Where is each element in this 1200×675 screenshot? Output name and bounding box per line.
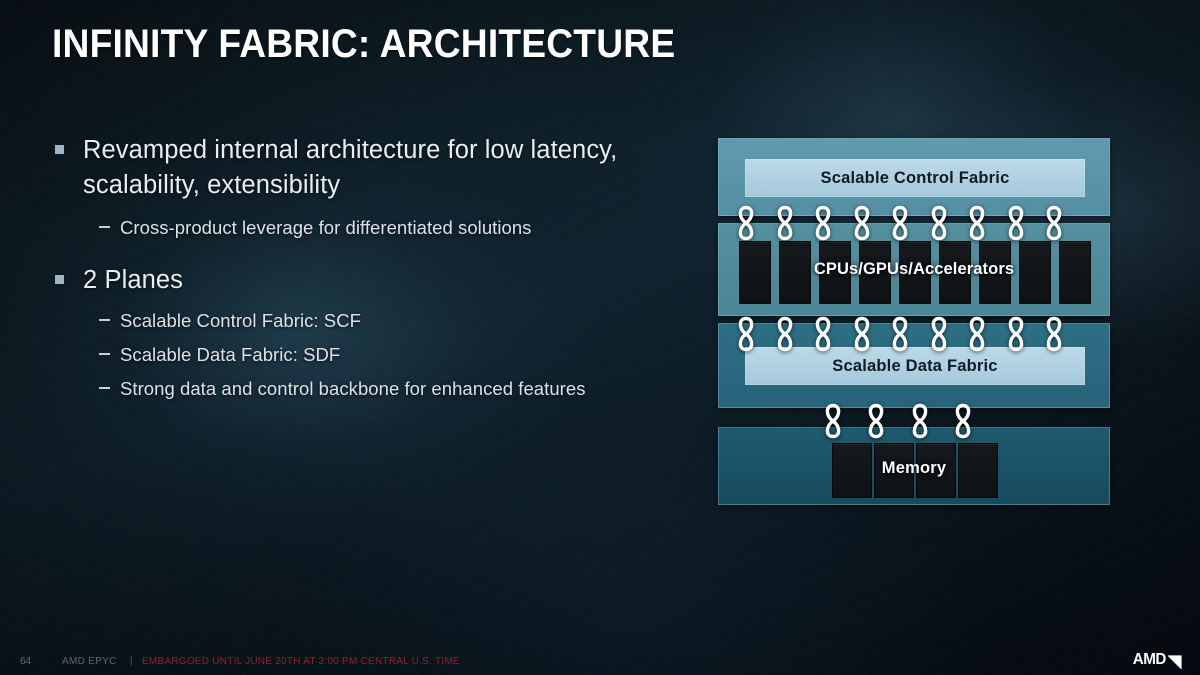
amd-wordmark: AMD [1132, 651, 1167, 668]
page-title: INFINITY FABRIC: ARCHITECTURE [52, 22, 676, 66]
memory-block [874, 443, 914, 498]
scf-label-bar: Scalable Control Fabric [745, 159, 1085, 197]
footer-product-name: AMD EPYC [62, 656, 117, 667]
memory-block [832, 443, 872, 498]
slide-footer: 64 AMD EPYC | EMBARGOED UNTIL JUNE 20TH … [0, 643, 1200, 675]
infinity-link-icon [869, 403, 884, 439]
amd-arrow-icon [1168, 655, 1182, 669]
infinity-link-icon [854, 205, 869, 241]
infinity-link-icon [969, 316, 985, 352]
square-bullet-icon [55, 145, 64, 154]
bullet-level1-2-text: 2 Planes [83, 266, 184, 294]
infinity-link-icon [738, 316, 754, 352]
compute-block [819, 241, 851, 304]
infinity-link-icon [1046, 316, 1062, 352]
compute-block-row [739, 241, 1091, 304]
bullet-level1-1: Revamped internal architecture for low l… [52, 133, 652, 203]
memory-block [916, 443, 956, 498]
page-number: 64 [20, 656, 32, 667]
infinity-link-icon [892, 316, 908, 352]
infinity-link-icon [969, 205, 985, 241]
square-bullet-icon [55, 275, 64, 284]
dash-bullet-icon [99, 318, 110, 321]
infinity-link-icon [738, 205, 754, 241]
compute-block [979, 241, 1011, 304]
infinity-link-icon [777, 205, 792, 241]
bullet-level2-2-3: Strong data and control backbone for enh… [99, 376, 652, 401]
bullet-level2-1-1: Cross-product leverage for differentiate… [99, 215, 652, 240]
bullet-level2-1-1-text: Cross-product leverage for differentiate… [120, 216, 532, 238]
amd-logo: AMD [1131, 651, 1182, 669]
infinity-link-icon [777, 316, 792, 352]
bullet-level2-2-1-text: Scalable Control Fabric: SCF [120, 309, 361, 331]
link-row-scf-to-compute [735, 203, 1065, 243]
infinity-link-icon [815, 316, 831, 352]
infinity-link-icon [955, 403, 971, 439]
bullet-list: Revamped internal architecture for low l… [52, 133, 652, 401]
infinity-link-icon [931, 205, 946, 241]
bullet-level1-1-text: Revamped internal architecture for low l… [83, 136, 618, 199]
link-row-compute-to-sdf [735, 314, 1065, 354]
footer-separator: | [130, 656, 133, 667]
bullet-level1-2: 2 Planes [52, 263, 652, 298]
compute-block [859, 241, 891, 304]
embargo-notice: EMBARGOED UNTIL JUNE 20TH AT 3:00 PM CEN… [142, 656, 460, 667]
dash-bullet-icon [99, 353, 110, 356]
memory-block-row [832, 443, 998, 498]
infinity-link-icon [912, 403, 927, 439]
dash-bullet-icon [99, 225, 110, 228]
bullet-level2-2-1: Scalable Control Fabric: SCF [99, 308, 652, 333]
infinity-link-icon [825, 403, 841, 439]
memory-block [958, 443, 998, 498]
bullet-level2-2-2: Scalable Data Fabric: SDF [99, 342, 652, 367]
bullet-level2-2-2-text: Scalable Data Fabric: SDF [120, 344, 341, 366]
infinity-link-icon [1046, 205, 1062, 241]
link-row-sdf-to-memory [822, 401, 974, 441]
infinity-link-icon [931, 316, 946, 352]
infinity-link-icon [1008, 205, 1023, 241]
presentation-slide: INFINITY FABRIC: ARCHITECTURE Revamped i… [0, 0, 1200, 675]
infinity-link-icon [815, 205, 831, 241]
compute-block [779, 241, 811, 304]
compute-block [1059, 241, 1091, 304]
bullet-level2-2-3-text: Strong data and control backbone for enh… [120, 378, 586, 400]
compute-block [739, 241, 771, 304]
infinity-link-icon [892, 205, 908, 241]
infinity-link-icon [854, 316, 869, 352]
compute-block [899, 241, 931, 304]
dash-bullet-icon [99, 387, 110, 390]
compute-block [1019, 241, 1051, 304]
compute-block [939, 241, 971, 304]
infinity-link-icon [1008, 316, 1023, 352]
